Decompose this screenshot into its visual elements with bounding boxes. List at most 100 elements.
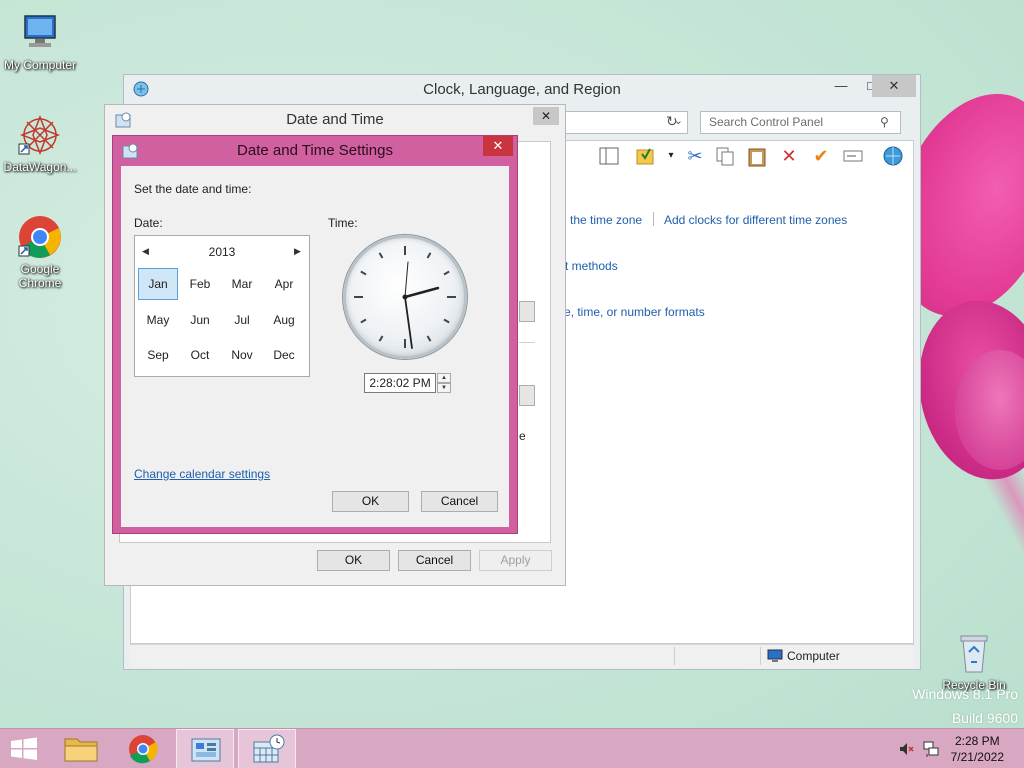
month-nov[interactable]: Nov bbox=[222, 339, 262, 371]
date-label: Date: bbox=[134, 216, 163, 230]
month-jun[interactable]: Jun bbox=[180, 304, 220, 336]
clock-tick bbox=[360, 318, 367, 324]
clock-tick bbox=[426, 252, 432, 259]
next-year-icon[interactable]: ▶ bbox=[294, 246, 304, 256]
chrome-task[interactable] bbox=[114, 729, 172, 768]
clock-tick bbox=[443, 318, 450, 324]
cut-icon[interactable]: ✂ bbox=[684, 145, 706, 167]
folder-options-icon[interactable] bbox=[634, 145, 656, 167]
control-panel-icon bbox=[191, 738, 221, 762]
minute-hand bbox=[404, 296, 413, 349]
paste-icon[interactable] bbox=[746, 145, 768, 167]
desktop-icon-label: My Computer bbox=[3, 58, 77, 72]
close-button[interactable]: ✕ bbox=[533, 107, 559, 125]
time-zone-link[interactable]: the time zone bbox=[570, 213, 642, 227]
month-sep[interactable]: Sep bbox=[138, 339, 178, 371]
computer-icon bbox=[17, 10, 63, 56]
input-methods-link[interactable]: t methods bbox=[565, 259, 618, 273]
volume-muted-icon[interactable] bbox=[898, 741, 914, 757]
time-input[interactable]: 2:28:02 PM bbox=[364, 373, 436, 393]
fragment-button[interactable] bbox=[519, 301, 535, 322]
settings-ok-button[interactable]: OK bbox=[332, 491, 409, 512]
month-may[interactable]: May bbox=[138, 304, 178, 336]
date-time-settings-title: Date and Time Settings bbox=[237, 142, 393, 159]
status-divider bbox=[674, 647, 675, 665]
change-calendar-link[interactable]: Change calendar settings bbox=[134, 467, 270, 481]
tray-time: 2:28 PM bbox=[954, 734, 1000, 748]
network-icon[interactable] bbox=[922, 740, 940, 758]
analog-clock bbox=[343, 235, 467, 359]
ok-button[interactable]: OK bbox=[317, 550, 390, 571]
dropdown-icon[interactable]: ▾ bbox=[660, 145, 682, 167]
date-time-task[interactable] bbox=[238, 729, 296, 768]
globe-icon[interactable] bbox=[882, 145, 904, 167]
status-divider bbox=[760, 647, 761, 665]
desktop-icon-my-computer[interactable]: My Computer bbox=[0, 10, 80, 72]
settings-icon bbox=[122, 143, 138, 159]
close-button[interactable]: ✕ bbox=[483, 136, 513, 156]
calendar-clock-icon bbox=[253, 734, 285, 763]
cancel-button[interactable]: Cancel bbox=[398, 550, 471, 571]
instruction-text: Set the date and time: bbox=[134, 182, 252, 196]
clock-tick bbox=[378, 335, 384, 342]
desktop-icon-datawagon[interactable]: DataWagon... bbox=[0, 112, 80, 174]
desktop-icon-label: Google Chrome bbox=[18, 262, 62, 290]
month-jan[interactable]: Jan bbox=[138, 268, 178, 300]
build-watermark: Build 9600 bbox=[951, 710, 1018, 726]
windows-logo-icon bbox=[11, 737, 37, 760]
month-oct[interactable]: Oct bbox=[180, 339, 220, 371]
tray-clock[interactable]: 2:28 PM 7/21/2022 bbox=[951, 733, 1004, 765]
settings-cancel-button[interactable]: Cancel bbox=[421, 491, 498, 512]
taskbar: 2:28 PM 7/21/2022 bbox=[0, 728, 1024, 768]
layout-icon[interactable] bbox=[598, 145, 620, 167]
date-time-icon bbox=[115, 112, 131, 128]
status-bar: Computer bbox=[130, 644, 914, 668]
properties-icon[interactable]: ✔ bbox=[810, 145, 832, 167]
desktop-icon-chrome[interactable]: Google Chrome bbox=[0, 214, 80, 290]
month-jul[interactable]: Jul bbox=[222, 304, 262, 336]
formats-link[interactable]: e, time, or number formats bbox=[564, 305, 705, 319]
clock-tick bbox=[378, 252, 384, 259]
control-panel-logo-icon bbox=[132, 80, 150, 98]
fragment-button[interactable] bbox=[519, 385, 535, 406]
desktop-icon-recycle-bin[interactable]: Recycle Bin bbox=[934, 630, 1014, 692]
clock-tick bbox=[443, 270, 450, 276]
calendar: ◀ 2013 ▶ Jan Feb Mar Apr May Jun Jul Aug… bbox=[134, 235, 310, 377]
fragment-text: e bbox=[519, 429, 526, 443]
clock-tick bbox=[360, 270, 367, 276]
second-hand bbox=[404, 261, 409, 298]
close-button[interactable]: ✕ bbox=[872, 75, 916, 97]
time-up-icon[interactable]: ▲ bbox=[437, 373, 451, 383]
start-button[interactable] bbox=[0, 729, 58, 768]
desktop-icon-label: DataWagon... bbox=[3, 160, 77, 174]
month-aug[interactable]: Aug bbox=[264, 304, 304, 336]
folder-icon bbox=[64, 738, 98, 762]
delete-icon[interactable]: ✕ bbox=[778, 145, 800, 167]
windows-watermark: Windows 8.1 Pro bbox=[912, 686, 1018, 702]
control-panel-title: Clock, Language, and Region bbox=[423, 81, 621, 98]
hour-hand bbox=[403, 286, 440, 299]
status-location: Computer bbox=[787, 649, 840, 663]
month-apr[interactable]: Apr bbox=[264, 268, 304, 300]
copy-icon[interactable] bbox=[714, 145, 736, 167]
rename-icon[interactable] bbox=[842, 145, 864, 167]
month-mar[interactable]: Mar bbox=[222, 268, 262, 300]
refresh-icon[interactable]: ↻ bbox=[666, 113, 678, 130]
month-feb[interactable]: Feb bbox=[180, 268, 220, 300]
file-explorer-task[interactable] bbox=[52, 729, 110, 768]
month-dec[interactable]: Dec bbox=[264, 339, 304, 371]
recycle-bin-icon bbox=[951, 630, 997, 676]
apply-button[interactable]: Apply bbox=[479, 550, 552, 571]
tray-date: 7/21/2022 bbox=[950, 750, 1004, 764]
time-down-icon[interactable]: ▼ bbox=[437, 383, 451, 393]
add-clocks-link[interactable]: Add clocks for different time zones bbox=[664, 213, 847, 227]
calendar-year[interactable]: 2013 bbox=[135, 236, 309, 268]
time-label: Time: bbox=[328, 216, 358, 230]
datawagon-icon bbox=[17, 112, 63, 158]
link-divider bbox=[653, 212, 654, 226]
chrome-icon bbox=[129, 735, 158, 764]
control-panel-task[interactable] bbox=[176, 729, 234, 768]
search-input[interactable]: Search Control Panel bbox=[700, 111, 901, 134]
minimize-button[interactable]: — bbox=[826, 75, 856, 97]
search-icon[interactable]: ⚲ bbox=[880, 115, 889, 129]
